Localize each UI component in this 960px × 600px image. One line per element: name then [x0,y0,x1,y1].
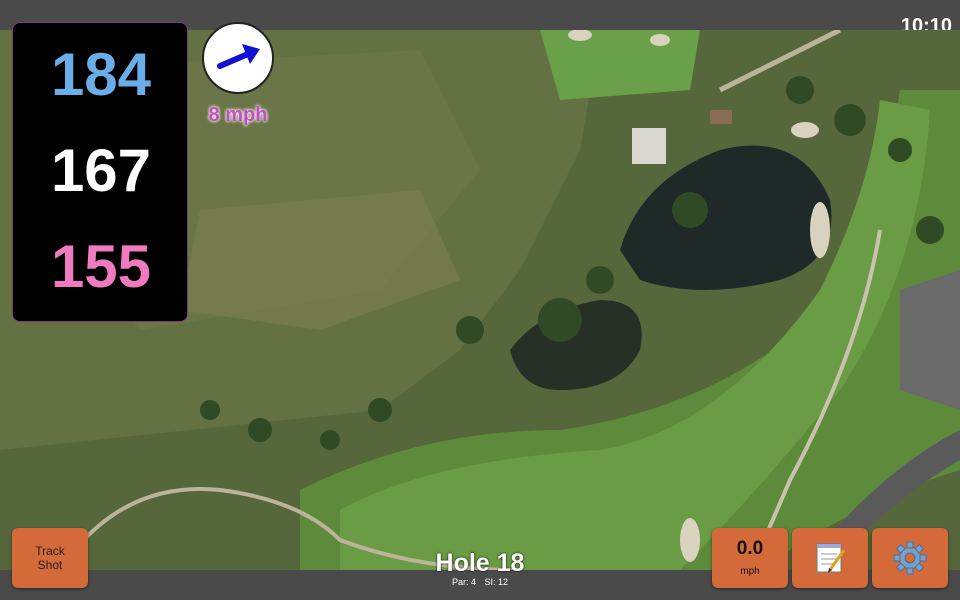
hole-par: Par: 4 [451,577,476,587]
hole-meta: Par: 4 SI: 12 [380,577,580,587]
hole-si: SI: 12 [484,577,509,587]
track-shot-button[interactable]: Track Shot [12,528,88,588]
notepad-icon [816,543,846,573]
speed-button[interactable]: 0.0 mph [712,528,788,588]
wind-indicator [202,22,274,94]
settings-button[interactable] [872,528,948,588]
distance-front: 155 [50,233,152,300]
distance-panel: 184 167 155 [12,22,188,322]
distance-back: 184 [50,41,152,108]
wind-speed: 8 mph [208,104,268,126]
hole-title: Hole 18 [435,549,525,577]
notes-button[interactable] [792,528,868,588]
speed-unit: mph [740,566,760,577]
gear-icon [893,541,927,575]
track-shot-label: Track Shot [35,544,65,572]
wind-arrow-icon [217,44,260,69]
speed-value: 0.0 [736,538,764,559]
distance-middle: 167 [50,137,152,204]
